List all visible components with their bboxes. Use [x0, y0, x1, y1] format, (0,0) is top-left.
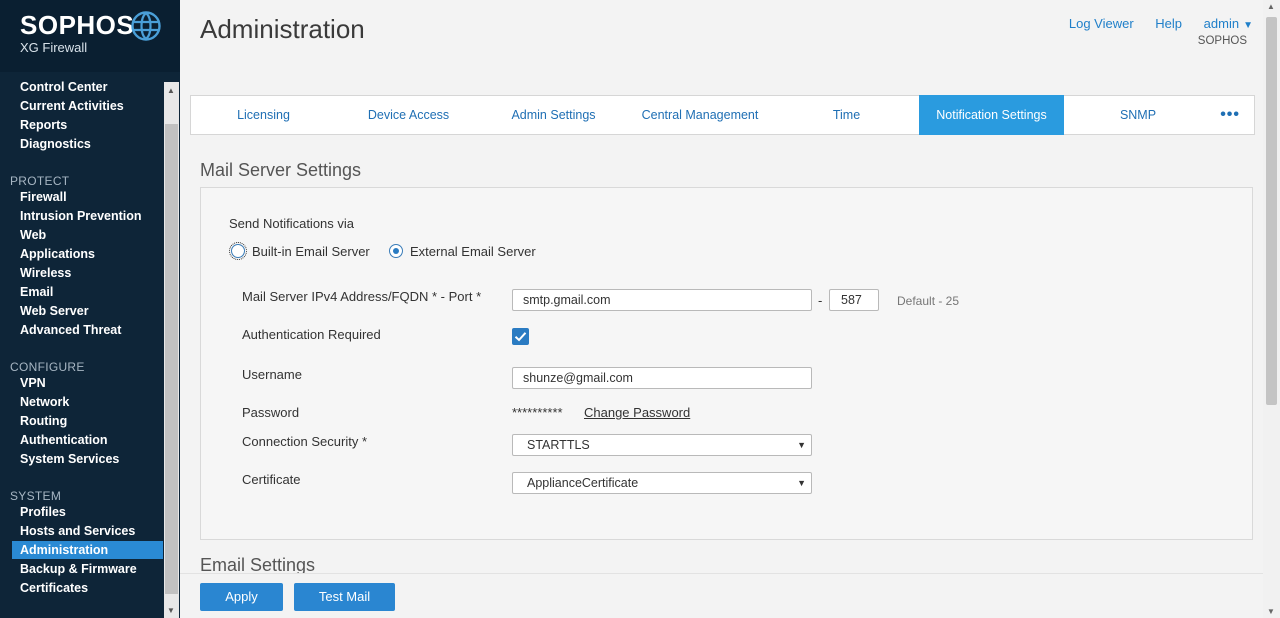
port-input[interactable]: 587 — [829, 289, 879, 311]
builtin-email-radio[interactable] — [229, 242, 247, 260]
user-menu-label: admin — [1203, 16, 1240, 31]
builtin-email-label[interactable]: Built-in Email Server — [252, 244, 370, 259]
sidebar-item-routing[interactable]: Routing — [12, 412, 163, 430]
globe-icon — [131, 11, 161, 41]
sidebar-item-advanced-threat[interactable]: Advanced Threat — [12, 321, 163, 339]
chevron-down-icon: ▼ — [797, 478, 806, 488]
sidebar-item-administration[interactable]: Administration — [12, 541, 163, 559]
sidebar-item-network[interactable]: Network — [12, 393, 163, 411]
sidebar-item-vpn[interactable]: VPN — [12, 374, 163, 392]
password-mask: ********** — [512, 405, 563, 420]
top-links: Log Viewer Help admin ▼ — [1051, 16, 1253, 31]
tab-licensing[interactable]: Licensing — [191, 96, 336, 134]
sidebar-item-current-activities[interactable]: Current Activities — [12, 97, 163, 115]
sidebar-item-intrusion-prevention[interactable]: Intrusion Prevention — [12, 207, 163, 225]
certificate-value: ApplianceCertificate — [527, 476, 639, 490]
main-scrollbar[interactable]: ▲ ▼ — [1263, 0, 1280, 618]
sidebar-item-authentication[interactable]: Authentication — [12, 431, 163, 449]
sidebar-item-backup-firmware[interactable]: Backup & Firmware — [12, 560, 163, 578]
checkmark-icon — [514, 332, 527, 342]
sidebar-item-hosts-and-services[interactable]: Hosts and Services — [12, 522, 163, 540]
test-mail-button[interactable]: Test Mail — [294, 583, 395, 611]
sidebar-item-certificates[interactable]: Certificates — [12, 579, 163, 597]
help-link[interactable]: Help — [1155, 16, 1182, 31]
mail-server-section-title: Mail Server Settings — [200, 160, 362, 180]
sidebar: SOPHOS XG Firewall Control Center Curren… — [0, 0, 180, 618]
sidebar-item-reports[interactable]: Reports — [12, 116, 163, 134]
product-name: XG Firewall — [20, 40, 88, 55]
brand-logo: SOPHOS — [20, 10, 135, 40]
sidebar-item-web[interactable]: Web — [12, 226, 163, 244]
sidebar-item-web-server[interactable]: Web Server — [12, 302, 163, 320]
action-bar: Apply Test Mail — [180, 573, 1263, 618]
sidebar-scrollbar-thumb[interactable] — [165, 124, 178, 594]
tab-device-access[interactable]: Device Access — [336, 96, 481, 134]
sidebar-item-system-services[interactable]: System Services — [12, 450, 163, 468]
auth-required-label: Authentication Required — [242, 327, 381, 342]
sidebar-group-configure: CONFIGURE — [10, 360, 85, 374]
sidebar-item-diagnostics[interactable]: Diagnostics — [12, 135, 163, 153]
connection-security-value: STARTTLS — [527, 438, 590, 452]
connection-security-label: Connection Security * — [242, 434, 368, 449]
certificate-label: Certificate — [242, 472, 301, 487]
sidebar-item-control-center[interactable]: Control Center — [12, 78, 163, 96]
change-password-link[interactable]: Change Password — [584, 405, 690, 420]
sidebar-item-wireless[interactable]: Wireless — [12, 264, 163, 282]
scroll-up-icon[interactable]: ▲ — [167, 86, 175, 95]
user-menu[interactable]: admin ▼ — [1204, 16, 1253, 31]
auth-required-checkbox[interactable] — [512, 328, 529, 345]
username-input[interactable]: shunze@gmail.com — [512, 367, 812, 389]
chevron-down-icon: ▼ — [797, 440, 806, 450]
certificate-select[interactable]: ApplianceCertificate ▼ — [512, 472, 812, 494]
port-hint: Default - 25 — [897, 294, 960, 308]
chevron-down-icon: ▼ — [1243, 20, 1253, 31]
mail-server-address-label: Mail Server IPv4 Address/FQDN * - Port * — [242, 289, 482, 304]
tab-bar: Licensing Device Access Admin Settings C… — [190, 95, 1255, 135]
sidebar-item-profiles[interactable]: Profiles — [12, 503, 163, 521]
page-title: Administration — [200, 14, 365, 44]
main-scrollbar-thumb[interactable] — [1266, 17, 1277, 405]
sidebar-scrollbar[interactable]: ▲ ▼ — [164, 82, 179, 618]
tab-admin-settings[interactable]: Admin Settings — [481, 96, 626, 134]
sidebar-group-system: SYSTEM — [10, 489, 62, 503]
brand-header: SOPHOS XG Firewall — [0, 0, 180, 72]
external-email-radio[interactable] — [389, 244, 403, 258]
sidebar-item-applications[interactable]: Applications — [12, 245, 163, 263]
scroll-up-icon[interactable]: ▲ — [1267, 2, 1275, 11]
org-name: SOPHOS — [1197, 35, 1247, 47]
scroll-down-icon[interactable]: ▼ — [167, 606, 175, 615]
send-via-label: Send Notifications via — [229, 216, 355, 231]
password-label: Password — [242, 405, 300, 420]
scroll-down-icon[interactable]: ▼ — [1267, 607, 1275, 616]
sidebar-nav: Control Center Current Activities Report… — [0, 72, 164, 618]
mail-server-address-input[interactable]: smtp.gmail.com — [512, 289, 812, 311]
tab-time[interactable]: Time — [774, 96, 919, 134]
tab-snmp[interactable]: SNMP — [1064, 96, 1212, 134]
tab-notification-settings[interactable]: Notification Settings — [919, 95, 1064, 135]
sidebar-item-firewall[interactable]: Firewall — [12, 188, 163, 206]
apply-button[interactable]: Apply — [200, 583, 283, 611]
log-viewer-link[interactable]: Log Viewer — [1069, 16, 1134, 31]
tab-central-management[interactable]: Central Management — [626, 96, 774, 134]
port-separator: - — [818, 293, 823, 308]
username-label: Username — [242, 367, 302, 382]
sidebar-item-email[interactable]: Email — [12, 283, 163, 301]
external-email-label[interactable]: External Email Server — [410, 244, 536, 259]
sidebar-group-protect: PROTECT — [10, 174, 70, 188]
connection-security-select[interactable]: STARTTLS ▼ — [512, 434, 812, 456]
more-tabs-icon[interactable]: ••• — [1220, 106, 1240, 124]
